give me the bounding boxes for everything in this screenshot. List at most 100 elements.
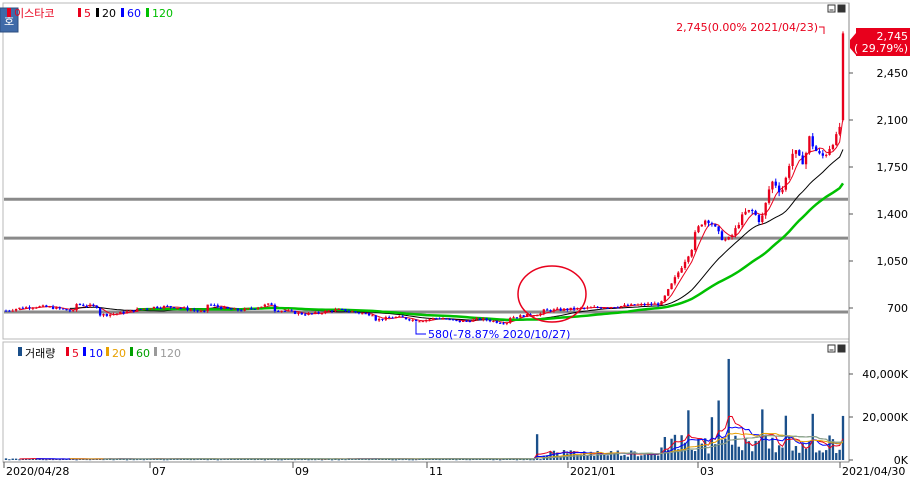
candle-body: [556, 308, 559, 310]
candle-body: [267, 303, 270, 305]
candle-body: [330, 310, 334, 312]
candle-body: [488, 320, 492, 322]
candle-body: [562, 308, 566, 311]
volume-bar: [609, 451, 613, 460]
candle-body: [559, 308, 562, 311]
volume-bar: [11, 458, 14, 460]
candle-body: [636, 304, 640, 306]
volume-bar: [263, 459, 267, 461]
volume-bar: [663, 436, 667, 460]
candle-body: [461, 320, 465, 322]
candle-body: [371, 315, 374, 317]
candle-body: [351, 311, 354, 313]
candle-body: [697, 226, 700, 233]
candle-body: [303, 314, 307, 316]
candle-body: [495, 320, 498, 323]
candle-body: [14, 309, 18, 311]
volume-bar: [616, 450, 619, 460]
price-panel-close-icon[interactable]: [837, 4, 846, 13]
candle-body: [468, 321, 472, 323]
candle-body: [757, 215, 761, 222]
candle-body: [250, 308, 253, 310]
volume-bar: [394, 459, 398, 461]
candle-body: [448, 319, 451, 321]
candle-body: [199, 310, 203, 312]
candle-body: [203, 310, 206, 312]
candle-body: [357, 312, 361, 314]
candle-body: [48, 306, 51, 308]
x-tick-label: 09: [295, 465, 309, 478]
volume-bar: [112, 459, 115, 461]
volume-bar: [549, 451, 552, 460]
candle-body: [209, 304, 213, 306]
candle-body: [374, 315, 377, 321]
candle-body: [172, 307, 176, 309]
candle-body: [818, 150, 821, 154]
volume-bar: [626, 456, 630, 460]
candle-body: [680, 268, 683, 273]
candle-body: [88, 304, 92, 307]
volume-bar: [162, 459, 166, 461]
candle-body: [485, 318, 488, 321]
candle-body: [149, 308, 152, 310]
volume-bar: [825, 450, 828, 460]
volume-panel-close-icon[interactable]: [837, 344, 846, 353]
candle-body: [599, 307, 603, 309]
candle-body: [714, 224, 717, 227]
candle-body: [687, 256, 690, 262]
volume-panel-minimize-icon[interactable]: [827, 344, 836, 353]
candle-body: [142, 308, 145, 310]
candle-body: [166, 305, 169, 307]
legend-series-swatch: [7, 8, 11, 17]
candle-body: [546, 309, 549, 311]
candle-body: [596, 306, 599, 308]
candle-body: [784, 177, 788, 190]
candle-body: [344, 309, 347, 312]
candle-body: [320, 313, 324, 315]
volume-bar: [704, 438, 707, 460]
candle-body: [226, 307, 230, 309]
low-annotation-text: 580(-78.87% 2020/10/27): [428, 328, 570, 341]
candle-body: [290, 310, 293, 312]
candle-body: [230, 308, 233, 310]
candle-body: [509, 318, 512, 323]
price-panel-minimize-icon[interactable]: [827, 4, 836, 13]
volume-tick-label: 40,000K: [862, 368, 908, 381]
candle-body: [593, 306, 596, 308]
volume-bar: [791, 450, 794, 460]
volume-bar: [277, 459, 280, 461]
candle-body: [717, 226, 720, 232]
candle-body: [152, 306, 156, 309]
volume-bar: [804, 448, 808, 460]
candle-body: [707, 220, 710, 224]
candle-body: [640, 304, 643, 306]
candle-body: [730, 235, 734, 237]
candle-body: [771, 181, 774, 190]
volume-bar: [747, 441, 751, 460]
volume-bar: [771, 437, 774, 460]
volume-bar: [707, 453, 710, 460]
candle-body: [388, 317, 391, 319]
volume-bar: [280, 459, 283, 461]
candle-body: [734, 228, 737, 236]
candle-body: [663, 295, 667, 302]
x-tick-label: 11: [429, 465, 443, 478]
candle-body: [263, 304, 267, 307]
candle-body: [55, 307, 58, 309]
candle-body: [798, 150, 801, 156]
candle-body: [838, 126, 841, 135]
candle-body: [95, 305, 98, 308]
volume-bar: [683, 442, 687, 460]
volume-bar: [835, 453, 838, 460]
candle-body: [24, 307, 28, 309]
candle-body: [747, 209, 751, 212]
volume-y-axis: 40,000K20,000K0K: [849, 368, 909, 467]
candle-body: [216, 305, 219, 307]
volume-bar: [730, 444, 734, 460]
volume-bar: [794, 446, 798, 460]
candle-body: [656, 303, 660, 306]
candle-body: [653, 303, 656, 305]
candle-body: [35, 307, 38, 309]
candle-body: [478, 318, 482, 320]
legend-ma60-label: 60: [127, 7, 141, 20]
